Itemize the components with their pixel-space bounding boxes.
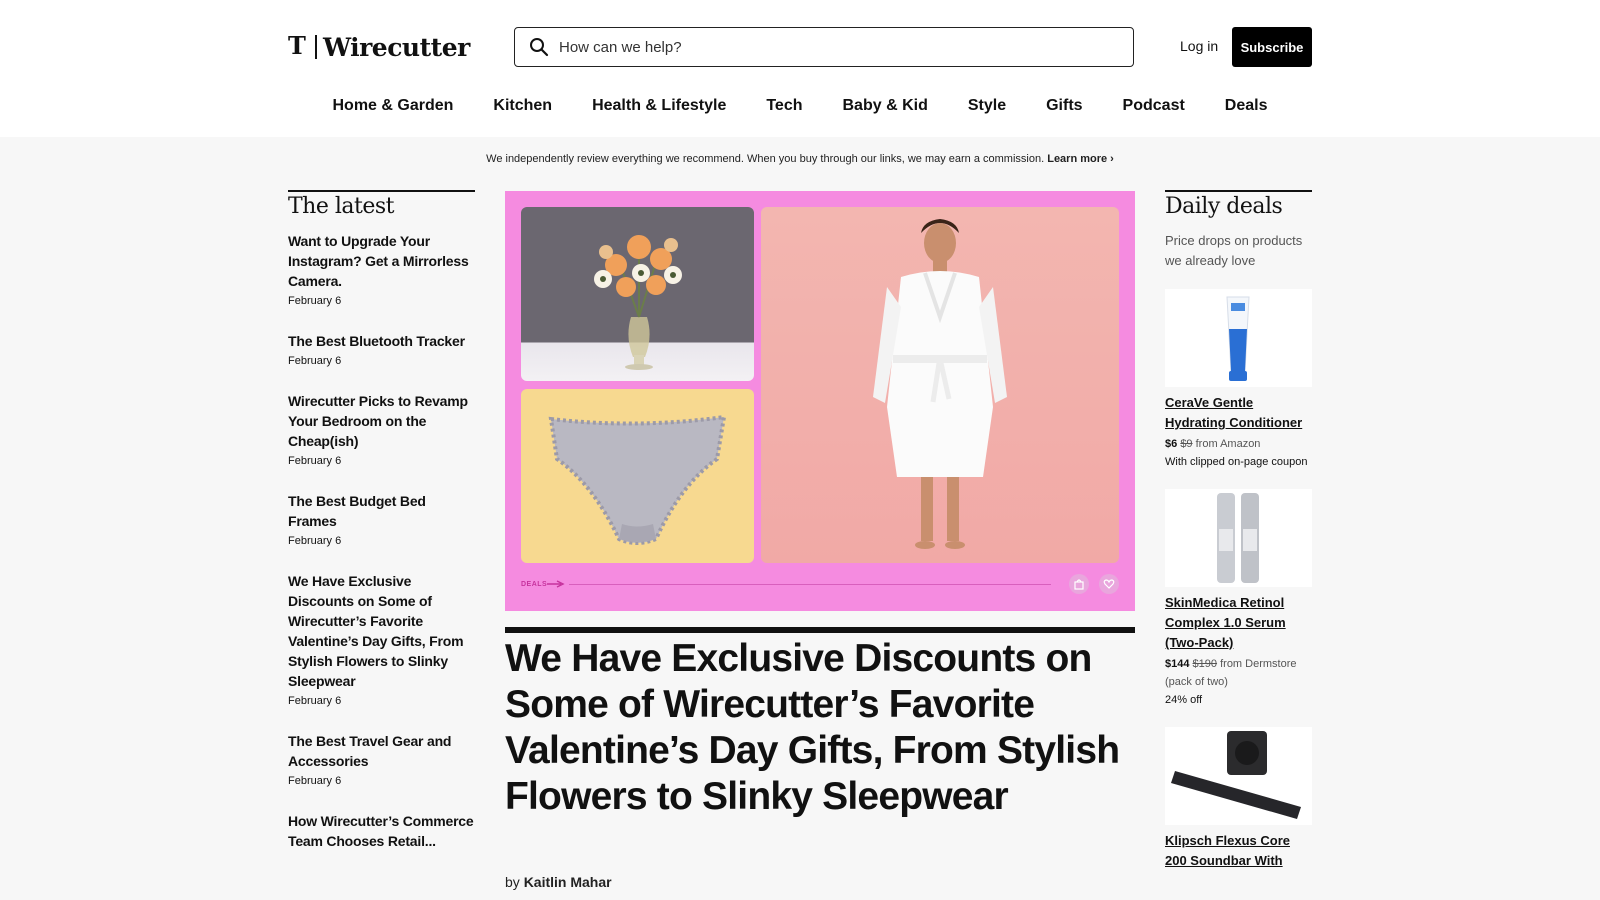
main-nav: Home & Garden Kitchen Health & Lifestyle…: [0, 97, 1600, 115]
flowers-photo: [521, 207, 754, 381]
deal-product-image[interactable]: [1165, 289, 1312, 387]
nav-item-style[interactable]: Style: [948, 97, 1026, 115]
deal-price: $144 $190 from Dermstore (pack of two): [1165, 655, 1312, 691]
deal-note: With clipped on-page coupon: [1165, 456, 1308, 468]
latest-item-date: February 6: [288, 295, 342, 307]
deal-card[interactable]: Klipsch Flexus Core 200 Soundbar With: [1165, 727, 1312, 871]
list-item[interactable]: The Best Bluetooth Tracker February 6: [288, 331, 475, 367]
daily-deals-column: Daily deals Price drops on products we a…: [1165, 190, 1312, 871]
deal-product-image[interactable]: [1165, 727, 1312, 825]
deal-title[interactable]: CeraVe Gentle Hydrating Conditioner: [1165, 393, 1312, 433]
list-item[interactable]: Want to Upgrade Your Instagram? Get a Mi…: [288, 231, 475, 307]
hero-image[interactable]: DEALS: [505, 191, 1135, 611]
hero-footer: DEALS: [521, 574, 1119, 594]
login-link[interactable]: Log in: [1180, 38, 1218, 54]
svg-text:T: T: [288, 32, 306, 58]
wirecutter-logo[interactable]: T Wirecutter: [288, 31, 470, 63]
list-item[interactable]: The Best Travel Gear and Accessories Feb…: [288, 731, 475, 787]
affiliate-disclosure: We independently review everything we re…: [0, 153, 1600, 165]
hero-headline[interactable]: We Have Exclusive Discounts on Some of W…: [505, 636, 1135, 820]
deal-current-price: $6: [1165, 438, 1178, 450]
search-icon[interactable]: [529, 37, 549, 57]
deal-original-price: $9: [1180, 438, 1193, 450]
robe-photo: [761, 207, 1119, 563]
deals-heading: Daily deals: [1165, 194, 1283, 219]
nav-item-kitchen[interactable]: Kitchen: [473, 97, 572, 115]
deal-card[interactable]: SkinMedica Retinol Complex 1.0 Serum (Tw…: [1165, 489, 1312, 709]
latest-column: The latest Want to Upgrade Your Instagra…: [288, 190, 475, 875]
hero-rule: [505, 627, 1135, 633]
list-item[interactable]: Wirecutter Picks to Revamp Your Bedroom …: [288, 391, 475, 467]
arrow-icon: [547, 575, 565, 593]
list-item[interactable]: How Wirecutter’s Commerce Team Chooses R…: [288, 811, 475, 851]
deal-card[interactable]: CeraVe Gentle Hydrating Conditioner $6 $…: [1165, 289, 1312, 471]
logo-text: Wirecutter: [323, 32, 470, 62]
latest-item-title[interactable]: The Best Bluetooth Tracker: [288, 331, 475, 351]
latest-item-title[interactable]: The Best Travel Gear and Accessories: [288, 731, 475, 771]
latest-item-title[interactable]: Want to Upgrade Your Instagram? Get a Mi…: [288, 231, 475, 291]
deal-note: 24% off: [1165, 694, 1203, 706]
nav-item-home-garden[interactable]: Home & Garden: [312, 97, 473, 115]
nav-item-gifts[interactable]: Gifts: [1026, 97, 1102, 115]
deal-source: from Amazon: [1195, 438, 1261, 450]
latest-rule: [288, 190, 475, 192]
author-link[interactable]: Kaitlin Mahar: [524, 874, 612, 890]
latest-item-title[interactable]: We Have Exclusive Discounts on Some of W…: [288, 571, 475, 691]
hero-divider: [569, 583, 1051, 585]
learn-more-link[interactable]: Learn more ›: [1047, 153, 1114, 165]
deal-current-price: $144: [1165, 658, 1190, 670]
deal-price: $6 $9 from Amazon: [1165, 435, 1312, 453]
site-header: T Wirecutter Log in Subscribe Home & Gar…: [0, 0, 1600, 137]
deals-rule: [1165, 190, 1312, 192]
latest-item-date: February 6: [288, 535, 342, 547]
list-item[interactable]: We Have Exclusive Discounts on Some of W…: [288, 571, 475, 707]
gift-bag-icon: [1069, 574, 1089, 594]
nav-item-podcast[interactable]: Podcast: [1103, 97, 1205, 115]
latest-item-title[interactable]: The Best Budget Bed Frames: [288, 491, 475, 531]
deals-tag: DEALS: [521, 580, 548, 588]
nav-item-baby-kid[interactable]: Baby & Kid: [823, 97, 948, 115]
latest-heading: The latest: [288, 194, 395, 219]
nyt-t-icon: T: [288, 31, 310, 63]
logo-divider: [315, 35, 317, 59]
disclosure-text: We independently review everything we re…: [486, 153, 1045, 165]
latest-item-date: February 6: [288, 775, 342, 787]
deal-original-price: $190: [1192, 658, 1218, 670]
deals-subtitle: Price drops on products we already love: [1165, 233, 1303, 268]
latest-item-date: February 6: [288, 455, 342, 467]
latest-item-date: February 6: [288, 695, 342, 707]
byline-prefix: by: [505, 874, 520, 890]
search-bar[interactable]: [514, 27, 1134, 67]
list-item[interactable]: The Best Budget Bed Frames February 6: [288, 491, 475, 547]
latest-item-title[interactable]: Wirecutter Picks to Revamp Your Bedroom …: [288, 391, 475, 451]
search-input[interactable]: [559, 28, 1133, 66]
nav-item-deals[interactable]: Deals: [1205, 97, 1288, 115]
heart-icon: [1099, 574, 1119, 594]
nav-item-tech[interactable]: Tech: [746, 97, 822, 115]
subscribe-button[interactable]: Subscribe: [1232, 27, 1312, 67]
hero-byline: by Kaitlin Mahar: [505, 874, 612, 890]
underwear-photo: [521, 389, 754, 563]
deal-product-image[interactable]: [1165, 489, 1312, 587]
latest-item-title[interactable]: How Wirecutter’s Commerce Team Chooses R…: [288, 811, 475, 851]
deal-title[interactable]: SkinMedica Retinol Complex 1.0 Serum (Tw…: [1165, 593, 1312, 653]
nav-item-health-lifestyle[interactable]: Health & Lifestyle: [572, 97, 746, 115]
latest-item-date: February 6: [288, 355, 342, 367]
deal-title[interactable]: Klipsch Flexus Core 200 Soundbar With: [1165, 831, 1312, 871]
latest-list: Want to Upgrade Your Instagram? Get a Mi…: [288, 231, 475, 851]
